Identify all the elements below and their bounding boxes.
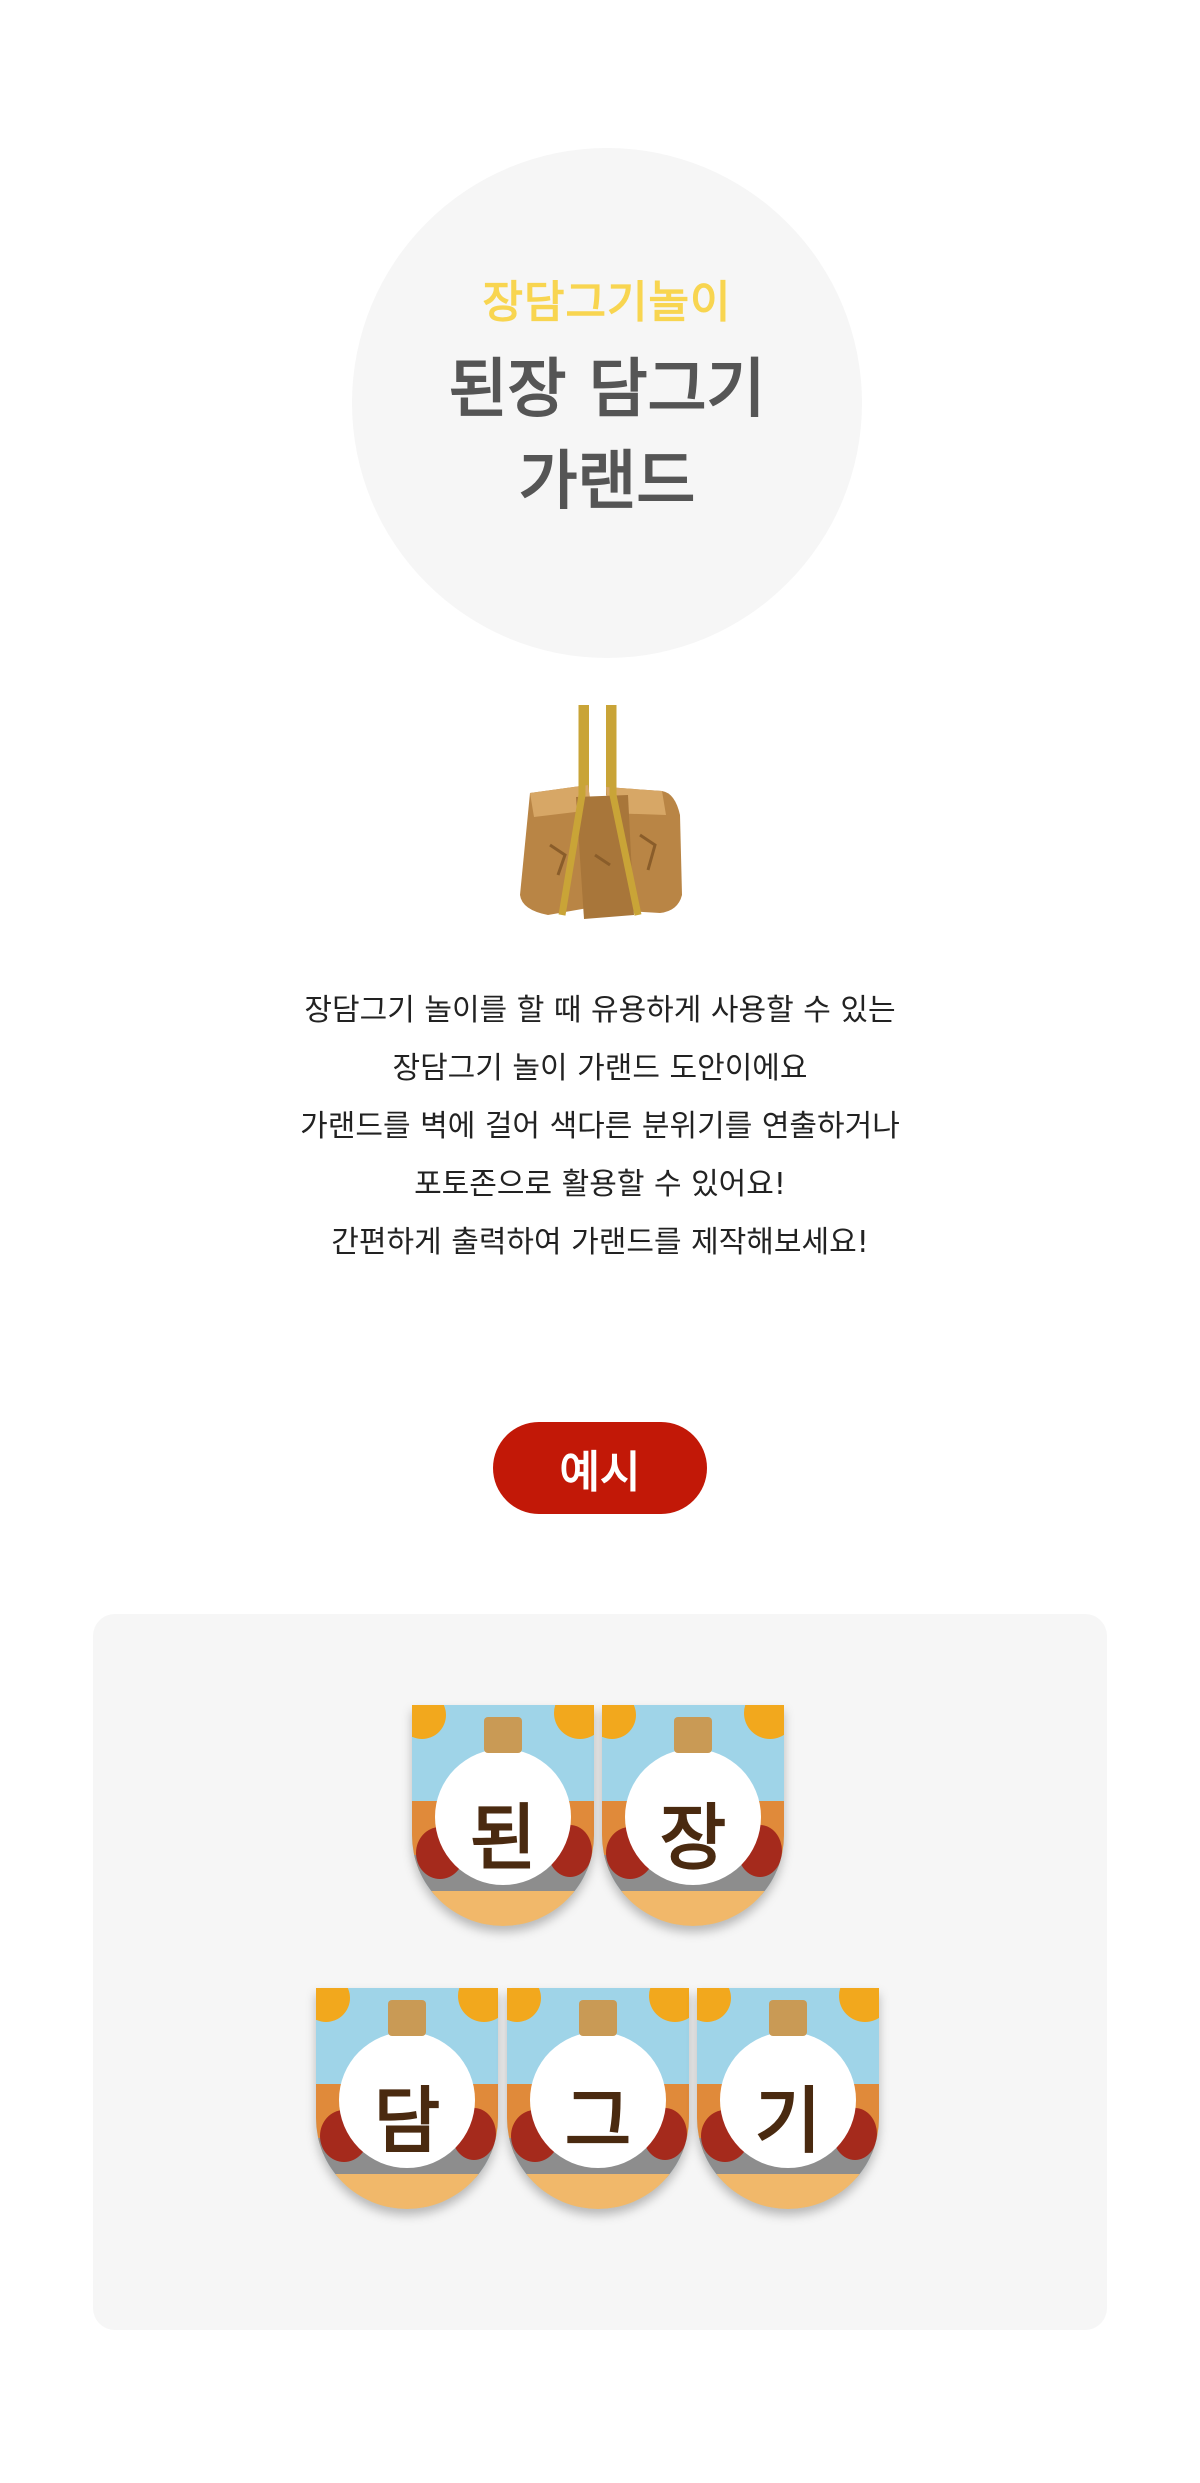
meju-icon — [510, 705, 690, 935]
page-title: 된장 담그기 가랜드 — [449, 344, 766, 528]
page-title-line2: 가랜드 — [518, 445, 696, 519]
description-line: 장담그기 놀이를 할 때 유용하게 사용할 수 있는 — [304, 993, 896, 1028]
example-panel — [93, 1614, 1107, 2330]
pennant-letter: 장 — [659, 1795, 727, 1880]
garland-pennant: 된 — [412, 1705, 594, 1927]
pennant-letter: 담 — [373, 2078, 441, 2163]
pennant-letter: 기 — [754, 2078, 822, 2163]
pennant-letter: 된 — [469, 1795, 537, 1880]
description-line: 간편하게 출력하여 가랜드를 제작해보세요! — [331, 1225, 869, 1260]
description-line: 포토존으로 활용할 수 있어요! — [414, 1167, 786, 1202]
description: 장담그기 놀이를 할 때 유용하게 사용할 수 있는 장담그기 놀이 가랜드 도… — [200, 982, 1000, 1272]
garland-pennant: 장 — [602, 1705, 784, 1927]
page-title-line1: 된장 담그기 — [448, 353, 766, 427]
hero-subtitle: 장담그기놀이 — [482, 277, 732, 328]
garland-pennant: 그 — [507, 1988, 689, 2210]
garland-pennant: 담 — [316, 1988, 498, 2210]
hero-circle: 장담그기놀이 된장 담그기 가랜드 — [352, 148, 862, 658]
garland-pennant: 기 — [697, 1988, 879, 2210]
example-button[interactable]: 예시 — [493, 1422, 707, 1514]
description-line: 장담그기 놀이 가랜드 도안이에요 — [392, 1051, 808, 1086]
pennant-letter: 그 — [564, 2078, 632, 2163]
description-line: 가랜드를 벽에 걸어 색다른 분위기를 연출하거나 — [300, 1109, 900, 1144]
